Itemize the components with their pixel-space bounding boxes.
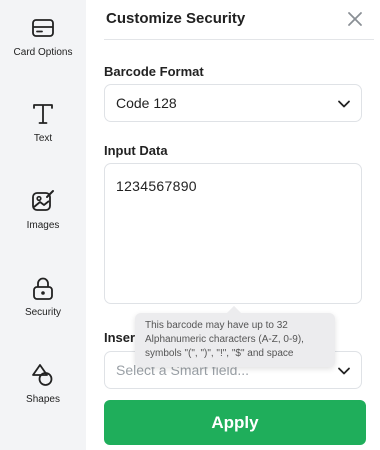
sidebar-item-label: Text [33,133,53,144]
barcode-tooltip: This barcode may have up to 32 Alphanume… [135,305,335,367]
sidebar-item-shapes[interactable]: Shapes [0,362,86,405]
sidebar-item-label: Images [26,220,60,231]
input-data-textarea[interactable]: 1234567890 [104,163,362,304]
chevron-down-icon [338,367,350,375]
title-divider [104,39,374,40]
sidebar-item-text[interactable]: Text [0,101,86,144]
card-icon [32,19,54,37]
barcode-format-label: Barcode Format [104,64,204,79]
sidebar: Card Options Text Images Security Shapes [0,0,86,450]
sidebar-item-images[interactable]: Images [0,188,86,231]
tooltip-text: This barcode may have up to 32 Alphanume… [145,320,304,359]
image-icon [32,190,54,211]
input-data-value: 1234567890 [116,178,197,194]
shapes-icon [32,364,53,386]
sidebar-item-security[interactable]: Security [0,275,86,318]
barcode-format-value: Code 128 [116,95,177,111]
lock-icon [33,277,53,300]
customize-panel: Customize Security Barcode Format Code 1… [86,0,380,450]
text-icon [33,104,53,124]
panel-title: Customize Security [106,10,246,27]
sidebar-item-card-options[interactable]: Card Options [0,15,86,58]
chevron-down-icon [338,100,350,108]
sidebar-item-label: Security [24,307,62,318]
input-data-label: Input Data [104,143,168,158]
barcode-format-select[interactable]: Code 128 [104,84,362,122]
sidebar-item-label: Shapes [26,394,60,405]
close-icon[interactable] [344,8,366,30]
sidebar-item-label: Card Options [13,47,73,58]
apply-button[interactable]: Apply [104,400,366,445]
